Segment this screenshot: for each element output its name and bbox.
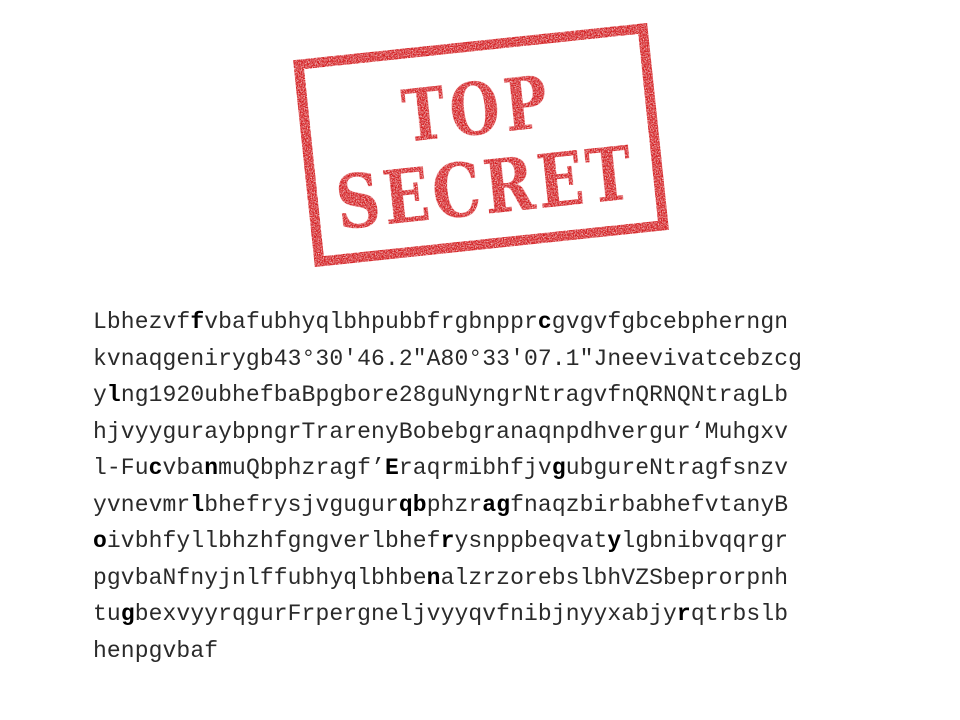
cipher-segment: vba bbox=[162, 455, 205, 481]
cipher-segment: tu bbox=[93, 601, 121, 627]
cipher-segment: ng1920ubhefbaBpgbore28guNyngrNtragvfnQRN… bbox=[120, 382, 789, 408]
cipher-segment: bexvyyrqgurFrpergneljvyyqvfnibjnyyxabjy bbox=[134, 601, 677, 627]
cipher-segment: raqrmibhfjv bbox=[398, 455, 552, 481]
cipher-segment: henpgvbaf bbox=[93, 637, 219, 664]
cipher-bold-segment: l bbox=[190, 491, 205, 518]
cipher-segment: bhefrysjvgugur bbox=[204, 491, 399, 518]
cipher-segment: pgvbaNfnyjnlffubhyqlbhbe bbox=[93, 564, 427, 591]
cipher-bold-segment: n bbox=[204, 455, 219, 481]
cipher-line: kvnaqgenirygb43°30'46.2"A80°33'07.1"Jnee… bbox=[93, 341, 913, 378]
cipher-line: ylng1920ubhefbaBpgbore28guNyngrNtragvfnQ… bbox=[93, 377, 913, 414]
cipher-segment: ubgureNtragfsnzv bbox=[565, 455, 789, 481]
cipher-segment: ysnppbeqvat bbox=[454, 528, 608, 554]
cipher-line: hjvyyguraybpngrTrarenyBobebgranaqnpdhver… bbox=[93, 414, 913, 451]
cipher-bold-segment: r bbox=[440, 528, 455, 554]
cipher-bold-segment: g bbox=[120, 601, 135, 627]
cipher-bold-segment: ag bbox=[482, 491, 511, 518]
cipher-segment: y bbox=[93, 382, 107, 408]
cipher-bold-segment: y bbox=[607, 528, 622, 554]
cipher-segment: gvgvfgbcebpherngn bbox=[551, 309, 789, 335]
cipher-segment: kvnaqgenirygb43°30'46.2"A80°33'07.1"Jnee… bbox=[93, 345, 803, 372]
cipher-bold-segment: f bbox=[190, 309, 205, 335]
cipher-line: tugbexvyyrqgurFrpergneljvyyqvfnibjnyyxab… bbox=[93, 596, 913, 633]
cipher-segment: alzrzorebslbhVZSbeprorpnh bbox=[440, 564, 789, 591]
cipher-segment: fnaqzbirbabhefvtanyB bbox=[510, 491, 789, 518]
cipher-segment: ivbhfyllbhzhfgngverlbhef bbox=[106, 528, 441, 554]
cipher-segment: vbafubhyqlbhpubbfrgbnppr bbox=[204, 309, 538, 335]
cipher-segment: l-Fu bbox=[93, 455, 149, 481]
cipher-bold-segment: E bbox=[384, 455, 399, 481]
cipher-line: Lbhezvffvbafubhyqlbhpubbfrgbnpprcgvgvfgb… bbox=[93, 304, 913, 341]
cipher-segment: Lbhezvf bbox=[93, 309, 191, 335]
cipher-bold-segment: r bbox=[676, 601, 691, 627]
top-secret-stamp: TOP SECRET bbox=[288, 17, 675, 272]
cipher-bold-segment: g bbox=[551, 455, 566, 481]
cipher-segment: muQbphzragf’ bbox=[218, 455, 385, 481]
cipher-text-block: Lbhezvffvbafubhyqlbhpubbfrgbnpprcgvgvfgb… bbox=[93, 304, 913, 669]
cipher-segment: lgbnibvqqrgr bbox=[621, 528, 789, 554]
cipher-bold-segment: c bbox=[148, 455, 163, 481]
cipher-segment: yvnevmr bbox=[93, 491, 191, 518]
cipher-segment: qtrbslb bbox=[690, 601, 789, 627]
cipher-line: henpgvbaf bbox=[93, 633, 913, 670]
cipher-line: oivbhfyllbhzhfgngverlbhefrysnppbeqvatylg… bbox=[93, 523, 913, 560]
cipher-segment: phzr bbox=[426, 491, 483, 518]
cipher-line: l-FucvbanmuQbphzragf’Eraqrmibhfjvgubgure… bbox=[93, 450, 913, 487]
cipher-bold-segment: o bbox=[93, 528, 107, 554]
cipher-segment: hjvyyguraybpngrTrarenyBobebgranaqnpdhver… bbox=[93, 418, 789, 445]
cipher-bold-segment: n bbox=[426, 564, 441, 591]
cipher-bold-segment: l bbox=[106, 382, 121, 408]
cipher-bold-segment: qb bbox=[398, 491, 427, 518]
cipher-line: pgvbaNfnyjnlffubhyqlbhbenalzrzorebslbhVZ… bbox=[93, 560, 913, 597]
cipher-line: yvnevmrlbhefrysjvgugurqbphzragfnaqzbirba… bbox=[93, 487, 913, 524]
cipher-bold-segment: c bbox=[537, 309, 552, 335]
